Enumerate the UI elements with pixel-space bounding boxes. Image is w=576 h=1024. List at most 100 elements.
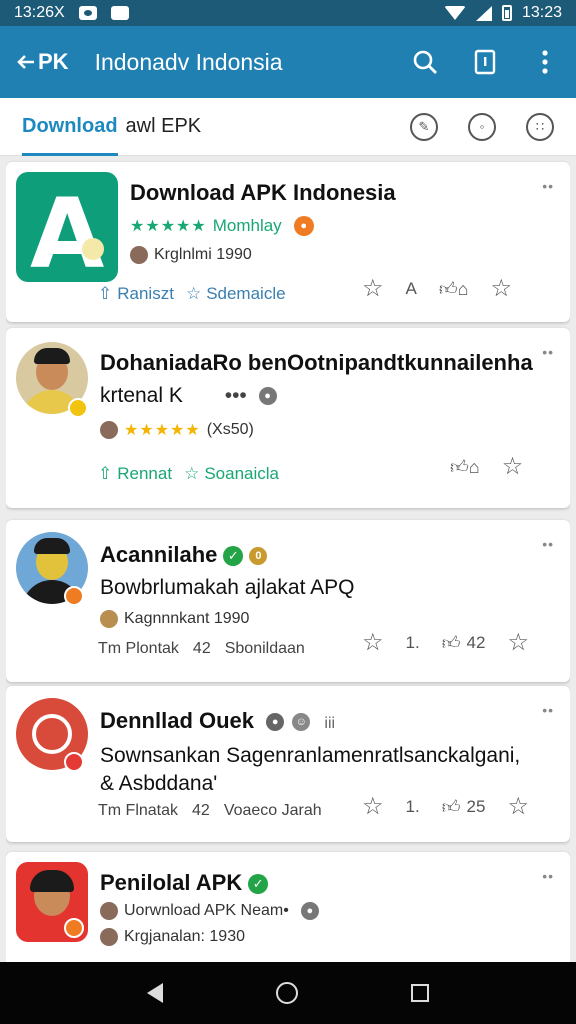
star-rating: ★★★★★ bbox=[130, 218, 207, 235]
nav-back-icon[interactable] bbox=[146, 983, 163, 1003]
star-icon[interactable]: ☆ bbox=[362, 792, 384, 821]
chat-bubble-icon[interactable]: ✎ bbox=[410, 112, 438, 141]
globe-icon: ● bbox=[300, 902, 319, 920]
feed-card[interactable]: DohaniadaRo benOotnipandtkunnailenha krt… bbox=[6, 328, 570, 508]
avatar bbox=[100, 610, 118, 628]
author-row: Krgjanalan: 1930 bbox=[100, 928, 245, 946]
card-description: Sownsankan Sagenranlamenratlsanckalgani, bbox=[100, 744, 521, 767]
card-actions: ⇧ Rennat ☆ Soanaicla bbox=[98, 464, 279, 484]
comment-icon[interactable]: ◦ bbox=[468, 112, 496, 141]
globe-icon: ● bbox=[258, 387, 277, 406]
more-icon[interactable]: •• bbox=[542, 536, 554, 552]
more-icon[interactable]: •• bbox=[542, 344, 554, 360]
star-icon[interactable]: ☆ bbox=[362, 274, 384, 303]
avatar bbox=[100, 928, 118, 946]
nav-home-icon[interactable] bbox=[275, 982, 298, 1004]
card-title: Acannilahe ✓ 0 bbox=[100, 542, 268, 568]
info-button[interactable] bbox=[470, 47, 500, 77]
author-row: Kagnnnkant 1990 bbox=[100, 610, 249, 628]
more-vert-icon bbox=[542, 50, 548, 74]
card-footer: Tm Flnatak 42 Voaeco Jarah bbox=[98, 802, 322, 819]
author-row: Uorwnload APK Neam• ● bbox=[100, 902, 319, 920]
thumb-up-icon[interactable]: 👍︎⌂ bbox=[450, 456, 480, 478]
card-title-line2: krtenal K ••• ● bbox=[100, 384, 277, 408]
rating-row: ★★★★★ (Xs50) bbox=[100, 420, 254, 440]
badge-icon bbox=[64, 918, 84, 938]
count-label: 1. bbox=[405, 796, 420, 816]
count-label: A bbox=[405, 278, 417, 298]
arrow-left-icon bbox=[17, 55, 34, 69]
star-rating: ★★★★★ bbox=[124, 422, 201, 439]
repost-button[interactable]: ⇧ Raniszt bbox=[98, 284, 174, 304]
card-reactions: ☆ A 👍︎⌂ ☆ bbox=[362, 274, 512, 303]
badge-icon bbox=[64, 752, 84, 772]
avatar bbox=[100, 421, 118, 439]
tab-apk[interactable]: awl EPK bbox=[126, 115, 202, 138]
verified-icon: ✓ bbox=[223, 546, 244, 567]
card-reactions: ☆ 1. 👍︎ 42 ☆ bbox=[362, 628, 529, 657]
signal-icon bbox=[475, 5, 492, 21]
app-bar: PK Indonadv Indonsia bbox=[0, 26, 576, 98]
more-icon[interactable]: •• bbox=[542, 178, 554, 194]
repost-icon: ⇧ bbox=[98, 284, 113, 303]
author-row: Krglnlmi 1990 bbox=[130, 246, 252, 264]
status-bar: 13:26X 13:23 bbox=[0, 0, 576, 26]
star-icon[interactable]: ☆ bbox=[491, 274, 513, 303]
card-title: DohaniadaRo benOotnipandtkunnailenha bbox=[100, 350, 533, 375]
notification-icon bbox=[110, 6, 129, 20]
tab-bar: Download awl EPK ✎ ◦ ∷ bbox=[0, 98, 576, 156]
star-icon[interactable]: ☆ bbox=[502, 452, 524, 481]
search-button[interactable] bbox=[410, 47, 440, 77]
nav-recents-icon[interactable] bbox=[411, 984, 430, 1002]
card-reactions: ☆ 1. 👍︎ 25 ☆ bbox=[362, 792, 529, 821]
app-icon: A bbox=[16, 172, 118, 282]
notification-icon bbox=[78, 6, 97, 20]
search-icon bbox=[413, 50, 437, 74]
card-description: Bowbrlumakah ajlakat APQ bbox=[100, 576, 355, 599]
thumb-up-icon[interactable]: 👍︎ bbox=[442, 632, 461, 654]
overflow-menu-button[interactable] bbox=[530, 47, 560, 77]
card-title: Penilolal APK ✓ bbox=[100, 870, 269, 896]
feed-card[interactable]: Dennllad Ouek ● ☺ iii Sownsankan Sagenra… bbox=[6, 686, 570, 842]
avatar bbox=[100, 902, 118, 920]
card-reactions: 👍︎⌂ ☆ bbox=[450, 452, 523, 481]
avatar bbox=[130, 246, 148, 264]
feed-card[interactable]: Acannilahe ✓ 0 Bowbrlumakah ajlakat APQ Ka… bbox=[6, 520, 570, 682]
badge-icon: 0 bbox=[249, 547, 268, 566]
more-icon[interactable]: •• bbox=[542, 702, 554, 718]
author-meta: Krglnlmi 1990 bbox=[154, 246, 252, 263]
badge-icon: ● bbox=[293, 216, 314, 236]
star-icon: ☆ bbox=[184, 464, 200, 483]
schedule-button[interactable]: ☆ Soanaicla bbox=[184, 464, 279, 484]
feed-card[interactable]: A Download APK Indonesia ★★★★★ Momhlay ●… bbox=[6, 162, 570, 322]
back-label: PK bbox=[38, 49, 69, 74]
globe-icon: ● bbox=[266, 713, 285, 732]
schedule-button[interactable]: ☆ Sdemaicle bbox=[186, 284, 286, 304]
star-icon[interactable]: ☆ bbox=[362, 628, 384, 657]
page-title: Indonadv Indonsia bbox=[94, 48, 283, 75]
thumb-up-icon[interactable]: 👍︎ bbox=[442, 796, 461, 818]
thumb-up-icon[interactable]: 👍︎⌂ bbox=[439, 278, 469, 300]
emoji-icon[interactable]: ∷ bbox=[526, 112, 554, 141]
star-icon[interactable]: ☆ bbox=[507, 792, 529, 821]
status-time-right: 13:23 bbox=[521, 4, 562, 21]
star-icon[interactable]: ☆ bbox=[507, 628, 529, 657]
wifi-icon bbox=[443, 6, 466, 20]
badge-icon bbox=[64, 586, 84, 606]
status-time: 13:26X bbox=[14, 4, 65, 21]
rating-label: Momhlay bbox=[212, 216, 282, 235]
like-count: 42 bbox=[466, 632, 486, 652]
repost-button[interactable]: ⇧ Rennat bbox=[98, 464, 172, 484]
back-button[interactable]: PK bbox=[16, 49, 69, 75]
feed-card[interactable]: Penilolal APK ✓ Uorwnload APK Neam• ● Krg… bbox=[6, 852, 570, 962]
system-nav-bar bbox=[0, 962, 576, 1024]
more-icon[interactable]: •• bbox=[542, 868, 554, 884]
like-count: 25 bbox=[466, 796, 486, 816]
emoji-icon: ☺ bbox=[292, 713, 311, 732]
count-label: 1. bbox=[405, 632, 420, 652]
card-title: Download APK Indonesia bbox=[130, 180, 396, 205]
info-icon bbox=[474, 49, 496, 75]
tab-download[interactable]: Download bbox=[22, 98, 118, 156]
feed-list: A Download APK Indonesia ★★★★★ Momhlay ●… bbox=[6, 156, 570, 962]
repost-icon: ⇧ bbox=[98, 464, 113, 483]
